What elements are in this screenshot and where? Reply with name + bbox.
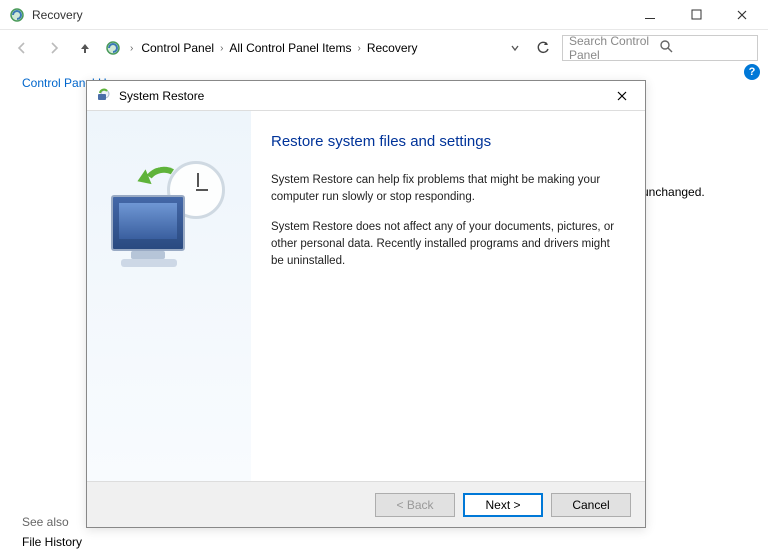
refresh-button[interactable] — [532, 37, 554, 59]
breadcrumb-item[interactable]: All Control Panel Items — [229, 41, 351, 55]
cancel-button[interactable]: Cancel — [551, 493, 631, 517]
maximize-button[interactable] — [678, 4, 714, 26]
breadcrumb-item[interactable]: Control Panel — [141, 41, 214, 55]
system-restore-dialog: System Restore Restore system files and … — [86, 80, 646, 528]
window-title: Recovery — [32, 8, 632, 22]
dialog-paragraph: System Restore does not affect any of yo… — [271, 219, 621, 269]
dialog-footer: < Back Next > Cancel — [87, 481, 645, 527]
back-button[interactable] — [10, 36, 34, 60]
search-icon — [660, 40, 751, 56]
up-button[interactable] — [74, 37, 96, 59]
breadcrumb-item[interactable]: Recovery — [367, 41, 418, 55]
control-panel-icon — [104, 39, 122, 57]
system-restore-illustration — [109, 161, 229, 271]
dialog-close-button[interactable] — [607, 84, 637, 108]
back-button: < Back — [375, 493, 455, 517]
dialog-heading: Restore system files and settings — [271, 133, 621, 150]
file-history-link[interactable]: File History — [22, 535, 82, 549]
help-button[interactable]: ? — [744, 64, 760, 80]
explorer-navbar: › Control Panel › All Control Panel Item… — [0, 30, 768, 66]
dialog-titlebar: System Restore — [87, 81, 645, 111]
breadcrumb[interactable]: Control Panel › All Control Panel Items … — [141, 41, 498, 55]
dialog-content: Restore system files and settings System… — [251, 111, 645, 481]
dialog-banner — [87, 111, 251, 481]
search-input[interactable]: Search Control Panel — [562, 35, 758, 61]
dialog-title: System Restore — [119, 89, 607, 103]
address-dropdown-button[interactable] — [506, 39, 524, 57]
system-restore-icon — [95, 87, 113, 105]
window-titlebar: Recovery — [0, 0, 768, 30]
next-button[interactable]: Next > — [463, 493, 543, 517]
minimize-button[interactable] — [632, 4, 668, 26]
chevron-right-icon: › — [130, 43, 133, 54]
chevron-right-icon: › — [357, 43, 360, 54]
search-placeholder: Search Control Panel — [569, 34, 660, 62]
close-button[interactable] — [724, 4, 760, 26]
dialog-paragraph: System Restore can help fix problems tha… — [271, 172, 621, 205]
see-also-heading: See also — [22, 515, 69, 529]
chevron-right-icon: › — [220, 43, 223, 54]
forward-button[interactable] — [42, 36, 66, 60]
recovery-icon — [8, 6, 26, 24]
